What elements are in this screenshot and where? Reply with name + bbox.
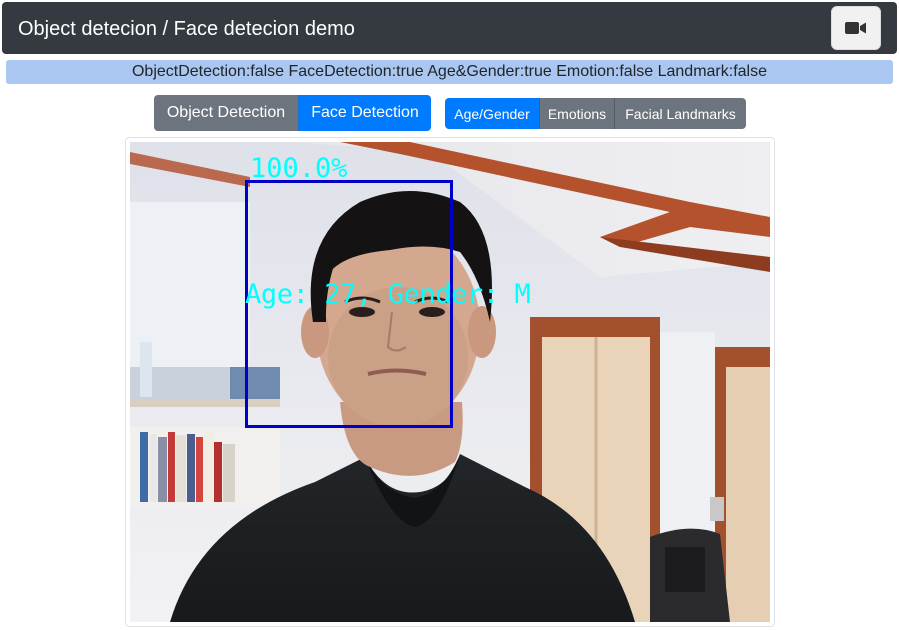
- face-confidence-label: 100.0%: [250, 153, 348, 184]
- face-feature-group: Age/Gender Emotions Facial Landmarks: [445, 98, 746, 129]
- detection-mode-group: Object Detection Face Detection: [154, 95, 431, 131]
- video-camera-icon: [845, 22, 866, 34]
- object-detection-button[interactable]: Object Detection: [154, 95, 298, 131]
- camera-button[interactable]: [831, 6, 881, 50]
- status-bar: ObjectDetection:false FaceDetection:true…: [6, 60, 893, 84]
- facial-landmarks-button[interactable]: Facial Landmarks: [615, 98, 746, 129]
- emotions-button[interactable]: Emotions: [540, 98, 615, 129]
- webcam-video: 100.0% Age: 27, Gender: M: [130, 142, 770, 622]
- age-gender-button[interactable]: Age/Gender: [445, 98, 540, 129]
- face-detection-button[interactable]: Face Detection: [298, 95, 431, 131]
- age-gender-label: Age: 27, Gender: M: [245, 279, 531, 310]
- page-title: Object detecion / Face detecion demo: [18, 18, 355, 40]
- navbar: Object detecion / Face detecion demo: [2, 2, 897, 54]
- video-container: 100.0% Age: 27, Gender: M: [125, 137, 775, 627]
